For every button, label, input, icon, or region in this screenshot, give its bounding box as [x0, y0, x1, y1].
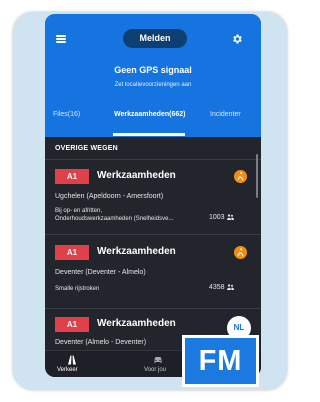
users-icon [226, 214, 234, 220]
menu-icon[interactable] [56, 35, 66, 43]
tab-files[interactable]: Files(16) [53, 111, 80, 118]
road-badge: A1 [55, 317, 89, 332]
nav-voor-jou[interactable]: Voor jou [133, 351, 187, 377]
fm-logo: FM [182, 335, 259, 387]
item-type: Werkzaamheden [97, 170, 176, 181]
list-item[interactable]: A1 Werkzaamheden Ugchelen (Apeldoorn - A… [45, 160, 261, 234]
report-button[interactable]: Melden [123, 29, 187, 48]
car-icon [154, 357, 162, 363]
item-type: Werkzaamheden [97, 318, 176, 329]
list-item[interactable]: A1 Werkzaamheden Deventer (Deventer - Al… [45, 235, 261, 309]
item-count-value: 4358 [209, 284, 225, 291]
gps-status-title: Geen GPS signaal [114, 65, 192, 75]
item-count: 4358 [209, 284, 234, 291]
road-badge: A1 [55, 169, 89, 184]
users-icon [226, 284, 234, 290]
item-detail: Onderhoudswerkzaamheden (Snelheidsve... [55, 216, 174, 222]
item-count: 1003 [209, 214, 234, 221]
section-title: OVERIGE WEGEN [55, 145, 118, 152]
gps-status-subtitle[interactable]: Zet locatievoorzieningen aan [45, 82, 261, 88]
nav-label: Voor jou [144, 367, 167, 373]
item-type: Werkzaamheden [97, 246, 176, 257]
roadwork-icon [234, 170, 247, 183]
nav-label: Verkeer [57, 367, 78, 373]
phone-screen: Melden Geen GPS signaal Zet locatievoorz… [45, 14, 261, 377]
item-detail: Smalle rijstroken [55, 286, 100, 292]
item-route: Ugchelen (Apeldoorn - Amersfoort) [55, 193, 164, 200]
road-badge: A1 [55, 245, 89, 260]
item-route: Deventer (Almelo - Deventer) [55, 339, 147, 346]
active-tab-indicator [113, 133, 185, 136]
road-icon [68, 355, 76, 365]
item-count-value: 1003 [209, 214, 225, 221]
app-header: Melden Geen GPS signaal Zet locatievoorz… [45, 14, 261, 137]
tab-werkzaamheden[interactable]: Werkzaamheden(662) [114, 111, 185, 118]
item-detail: Bij op- en afritten, [55, 208, 103, 214]
nav-verkeer[interactable]: Verkeer [45, 351, 99, 377]
tab-incidenten[interactable]: Incidenter [210, 111, 241, 118]
gear-icon[interactable] [231, 33, 243, 45]
item-route: Deventer (Deventer - Almelo) [55, 269, 146, 276]
scrollbar[interactable] [256, 154, 258, 198]
roadwork-icon [234, 246, 247, 259]
